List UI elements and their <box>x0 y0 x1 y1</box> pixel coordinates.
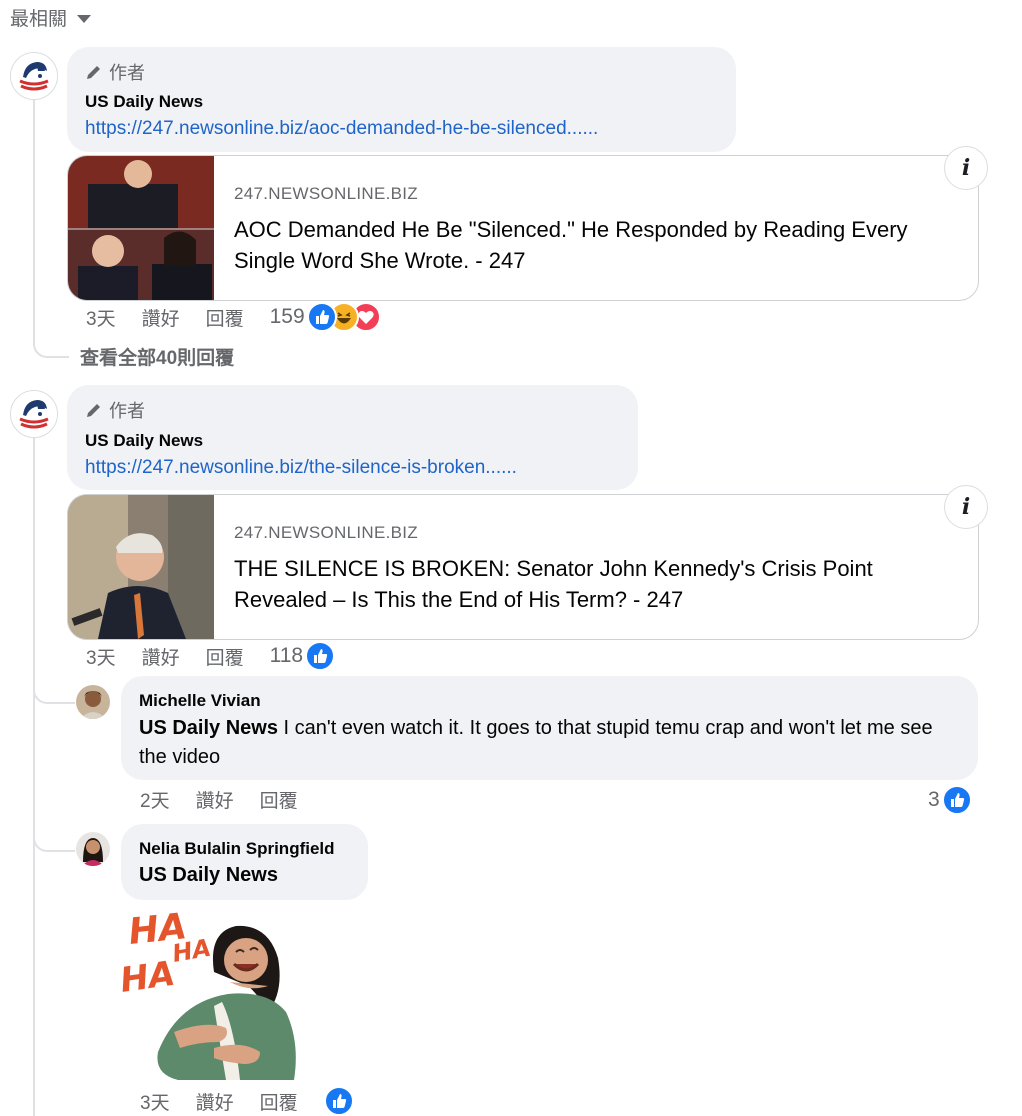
info-icon[interactable]: i <box>944 146 988 190</box>
like-reaction-icon <box>306 302 337 332</box>
article-title: AOC Demanded He Be "Silenced." He Respon… <box>234 217 908 273</box>
thread-connector <box>33 330 69 358</box>
mention-tag[interactable]: US Daily News <box>139 717 278 739</box>
article-title: THE SILENCE IS BROKEN: Senator John Kenn… <box>234 556 873 612</box>
timestamp[interactable]: 3天 <box>140 1088 170 1115</box>
reaction-count: 3 <box>928 788 940 811</box>
thread-connector <box>33 680 75 704</box>
commenter-name[interactable]: US Daily News <box>85 92 203 112</box>
timestamp[interactable]: 2天 <box>140 786 170 813</box>
comment-link[interactable]: https://247.newsonline.biz/aoc-demanded-… <box>85 118 598 140</box>
like-button[interactable]: 讚好 <box>142 643 180 670</box>
mention-tag[interactable]: US Daily News <box>139 864 278 887</box>
commenter-name[interactable]: Nelia Bulalin Springfield <box>139 839 335 859</box>
us-daily-news-logo-icon <box>11 53 57 99</box>
comment-actions: 3天 讚好 回覆 118 <box>86 641 336 671</box>
us-daily-news-logo-icon <box>11 391 57 437</box>
timestamp[interactable]: 3天 <box>86 304 116 331</box>
comment-bubble: 作者 US Daily News https://247.newsonline.… <box>67 385 638 490</box>
like-button[interactable]: 讚好 <box>142 304 180 331</box>
svg-text:HA: HA <box>118 954 178 1001</box>
michelle-vivian-avatar <box>76 685 110 719</box>
like-reaction-icon <box>305 641 336 671</box>
comment-link[interactable]: https://247.newsonline.biz/the-silence-i… <box>85 457 517 479</box>
timestamp[interactable]: 3天 <box>86 643 116 670</box>
reply-bubble: Nelia Bulalin Springfield US Daily News <box>121 824 368 900</box>
chevron-down-icon <box>77 14 92 23</box>
like-button[interactable]: 讚好 <box>196 786 234 813</box>
link-preview-card[interactable]: 247.NEWSONLINE.BIZ AOC Demanded He Be "S… <box>67 155 979 301</box>
reply-button[interactable]: 回覆 <box>260 786 298 813</box>
author-badge: 作者 <box>85 59 145 85</box>
svg-text:HA: HA <box>170 934 213 968</box>
pencil-icon <box>87 66 100 79</box>
like-reaction-icon[interactable] <box>323 1086 354 1116</box>
reaction-count[interactable]: 118 <box>270 644 303 668</box>
reply-button[interactable]: 回覆 <box>260 1088 298 1115</box>
commenter-name[interactable]: Michelle Vivian <box>139 691 261 711</box>
author-badge-label: 作者 <box>109 401 145 421</box>
commenter-name[interactable]: US Daily News <box>85 431 203 451</box>
pencil-icon <box>87 404 100 417</box>
like-button[interactable]: 讚好 <box>196 1088 234 1115</box>
nelia-avatar <box>76 832 110 866</box>
avatar[interactable] <box>76 832 110 866</box>
thread-line <box>33 98 35 334</box>
reply-text: US Daily News I can't even watch it. It … <box>139 714 959 772</box>
sort-dropdown[interactable]: 最相關 <box>10 4 92 31</box>
reply-bubble: Michelle Vivian US Daily News I can't ev… <box>121 676 978 780</box>
avatar[interactable] <box>10 390 58 438</box>
thread-line <box>33 436 35 1116</box>
reply-button[interactable]: 回覆 <box>206 304 244 331</box>
laughing-woman-sticker-icon: HA HA HA <box>118 906 296 1080</box>
article-domain: 247.NEWSONLINE.BIZ <box>234 523 418 542</box>
avatar[interactable] <box>76 685 110 719</box>
reply-actions: 2天 讚好 回覆 <box>140 786 324 813</box>
comment-bubble: 作者 US Daily News https://247.newsonline.… <box>67 47 736 152</box>
author-badge: 作者 <box>85 397 145 423</box>
article-thumbnail <box>68 495 214 639</box>
reaction-summary[interactable]: 3 <box>928 785 972 815</box>
article-thumbnail <box>68 156 214 300</box>
comment-actions: 3天 讚好 回覆 159 <box>86 302 381 332</box>
view-all-replies-link[interactable]: 查看全部40則回覆 <box>80 343 234 370</box>
article-domain: 247.NEWSONLINE.BIZ <box>234 184 418 203</box>
reply-button[interactable]: 回覆 <box>206 643 244 670</box>
thread-connector <box>33 828 75 852</box>
info-icon[interactable]: i <box>944 485 988 529</box>
like-reaction-icon <box>941 785 972 815</box>
sort-label: 最相關 <box>10 9 68 30</box>
avatar[interactable] <box>10 52 58 100</box>
reply-actions: 3天 讚好 回覆 <box>140 1086 354 1116</box>
reaction-count[interactable]: 159 <box>270 305 305 329</box>
author-badge-label: 作者 <box>109 63 145 83</box>
link-preview-card[interactable]: 247.NEWSONLINE.BIZ THE SILENCE IS BROKEN… <box>67 494 979 640</box>
haha-sticker[interactable]: HA HA HA <box>118 902 306 1082</box>
